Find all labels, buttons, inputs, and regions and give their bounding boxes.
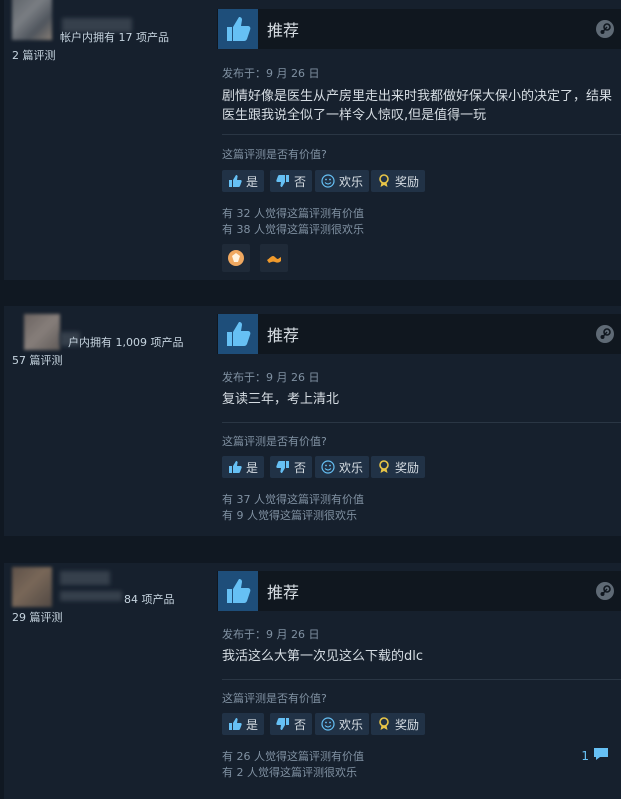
flex-award-icon[interactable] [260,244,288,272]
funny-count: 有 38 人觉得这篇评测很欢乐 [222,223,364,236]
review-header[interactable]: 推荐 [217,314,621,354]
divider [222,134,621,135]
review-header[interactable]: 推荐 [217,9,621,49]
smiley-icon [321,717,335,731]
thumbs-down-icon [276,174,290,188]
vote-funny-label: 欢乐 [339,717,364,732]
vote-yes-button[interactable]: 是 [222,170,265,192]
clap-award-icon[interactable] [222,244,250,272]
review-card: 帐户内拥有 17 项产品 2 篇评测 推荐 发布于：9 月 26 日 剧情好像是… [4,0,621,280]
vote-yes-label: 是 [246,717,259,732]
smiley-icon [321,460,335,474]
helpful-count: 有 37 人觉得这篇评测有价值 [222,493,364,506]
smiley-icon [321,174,335,188]
divider [222,422,621,423]
award-button[interactable]: 奖励 [371,713,426,735]
award-label: 奖励 [395,460,420,475]
steam-icon [596,20,614,38]
vote-no-label: 否 [294,460,307,475]
recommend-label: 推荐 [267,21,300,40]
award-button[interactable]: 奖励 [371,456,426,478]
award-icon [377,717,391,731]
helpful-question: 这篇评测是否有价值? [222,148,327,161]
review-content: 我活这么大第一次见这么下载的dlc [222,649,424,664]
helpful-count: 有 26 人觉得这篇评测有价值 [222,750,364,763]
vote-no-label: 否 [294,174,307,189]
post-date: 发布于：9 月 26 日 [222,371,320,384]
vote-funny-label: 欢乐 [339,174,364,189]
vote-funny-button[interactable]: 欢乐 [315,170,370,192]
vote-yes-button[interactable]: 是 [222,713,265,735]
vote-funny-button[interactable]: 欢乐 [315,456,370,478]
steam-icon [596,325,614,343]
thumbs-down-icon [276,717,290,731]
thumbs-up-icon [228,460,242,474]
funny-count: 有 2 人觉得这篇评测很欢乐 [222,766,357,779]
award-icon [377,174,391,188]
award-button[interactable]: 奖励 [371,170,426,192]
avatar[interactable] [24,314,60,350]
recommend-label: 推荐 [267,583,300,602]
review-card: 户内拥有 1,009 项产品 57 篇评测 推荐 发布于：9 月 26 日 复读… [4,306,621,536]
comment-count: 1 [581,748,589,763]
vote-no-button[interactable]: 否 [270,170,313,192]
award-label: 奖励 [395,717,420,732]
thumbs-up-icon [218,571,258,611]
vote-funny-label: 欢乐 [339,460,364,475]
vote-yes-label: 是 [246,460,259,475]
helpful-count: 有 32 人觉得这篇评测有价值 [222,207,364,220]
helpful-question: 这篇评测是否有价值? [222,692,327,705]
products-owned[interactable]: 84 项产品 [124,591,175,607]
vote-yes-button[interactable]: 是 [222,456,265,478]
author-name[interactable] [60,571,110,585]
vote-no-label: 否 [294,717,307,732]
avatar[interactable] [12,567,52,607]
products-owned[interactable]: 户内拥有 1,009 项产品 [68,334,183,350]
thumbs-up-icon [228,717,242,731]
post-date: 发布于：9 月 26 日 [222,67,320,80]
award-label: 奖励 [395,174,420,189]
review-count[interactable]: 2 篇评测 [12,47,56,63]
review-count[interactable]: 57 篇评测 [12,352,63,368]
review-card: 84 项产品 29 篇评测 推荐 发布于：9 月 26 日 我活这么大第一次见这… [4,563,621,799]
avatar[interactable] [12,0,52,40]
vote-funny-button[interactable]: 欢乐 [315,713,370,735]
review-content: 剧情好像是医生从产房里走出来时我都做好保大保小的决定了，结果医生跟我说全似了一样… [222,89,613,123]
review-count[interactable]: 29 篇评测 [12,609,63,625]
thumbs-down-icon [276,460,290,474]
review-content: 复读三年，考上清北 [222,392,340,407]
products-owned[interactable]: 帐户内拥有 17 项产品 [60,29,169,45]
vote-no-button[interactable]: 否 [270,713,313,735]
funny-count: 有 9 人觉得这篇评测很欢乐 [222,509,357,522]
divider [222,679,621,680]
thumbs-up-icon [228,174,242,188]
comment-bubble-icon [593,747,609,764]
helpful-question: 这篇评测是否有价值? [222,435,327,448]
steam-icon [596,582,614,600]
vote-yes-label: 是 [246,174,259,189]
vote-no-button[interactable]: 否 [270,456,313,478]
recommend-label: 推荐 [267,326,300,345]
award-icon [377,460,391,474]
thumbs-up-icon [218,9,258,49]
author-name-blur [60,591,122,601]
review-header[interactable]: 推荐 [217,571,621,611]
comment-count-link[interactable]: 1 [581,747,609,764]
post-date: 发布于：9 月 26 日 [222,628,320,641]
thumbs-up-icon [218,314,258,354]
